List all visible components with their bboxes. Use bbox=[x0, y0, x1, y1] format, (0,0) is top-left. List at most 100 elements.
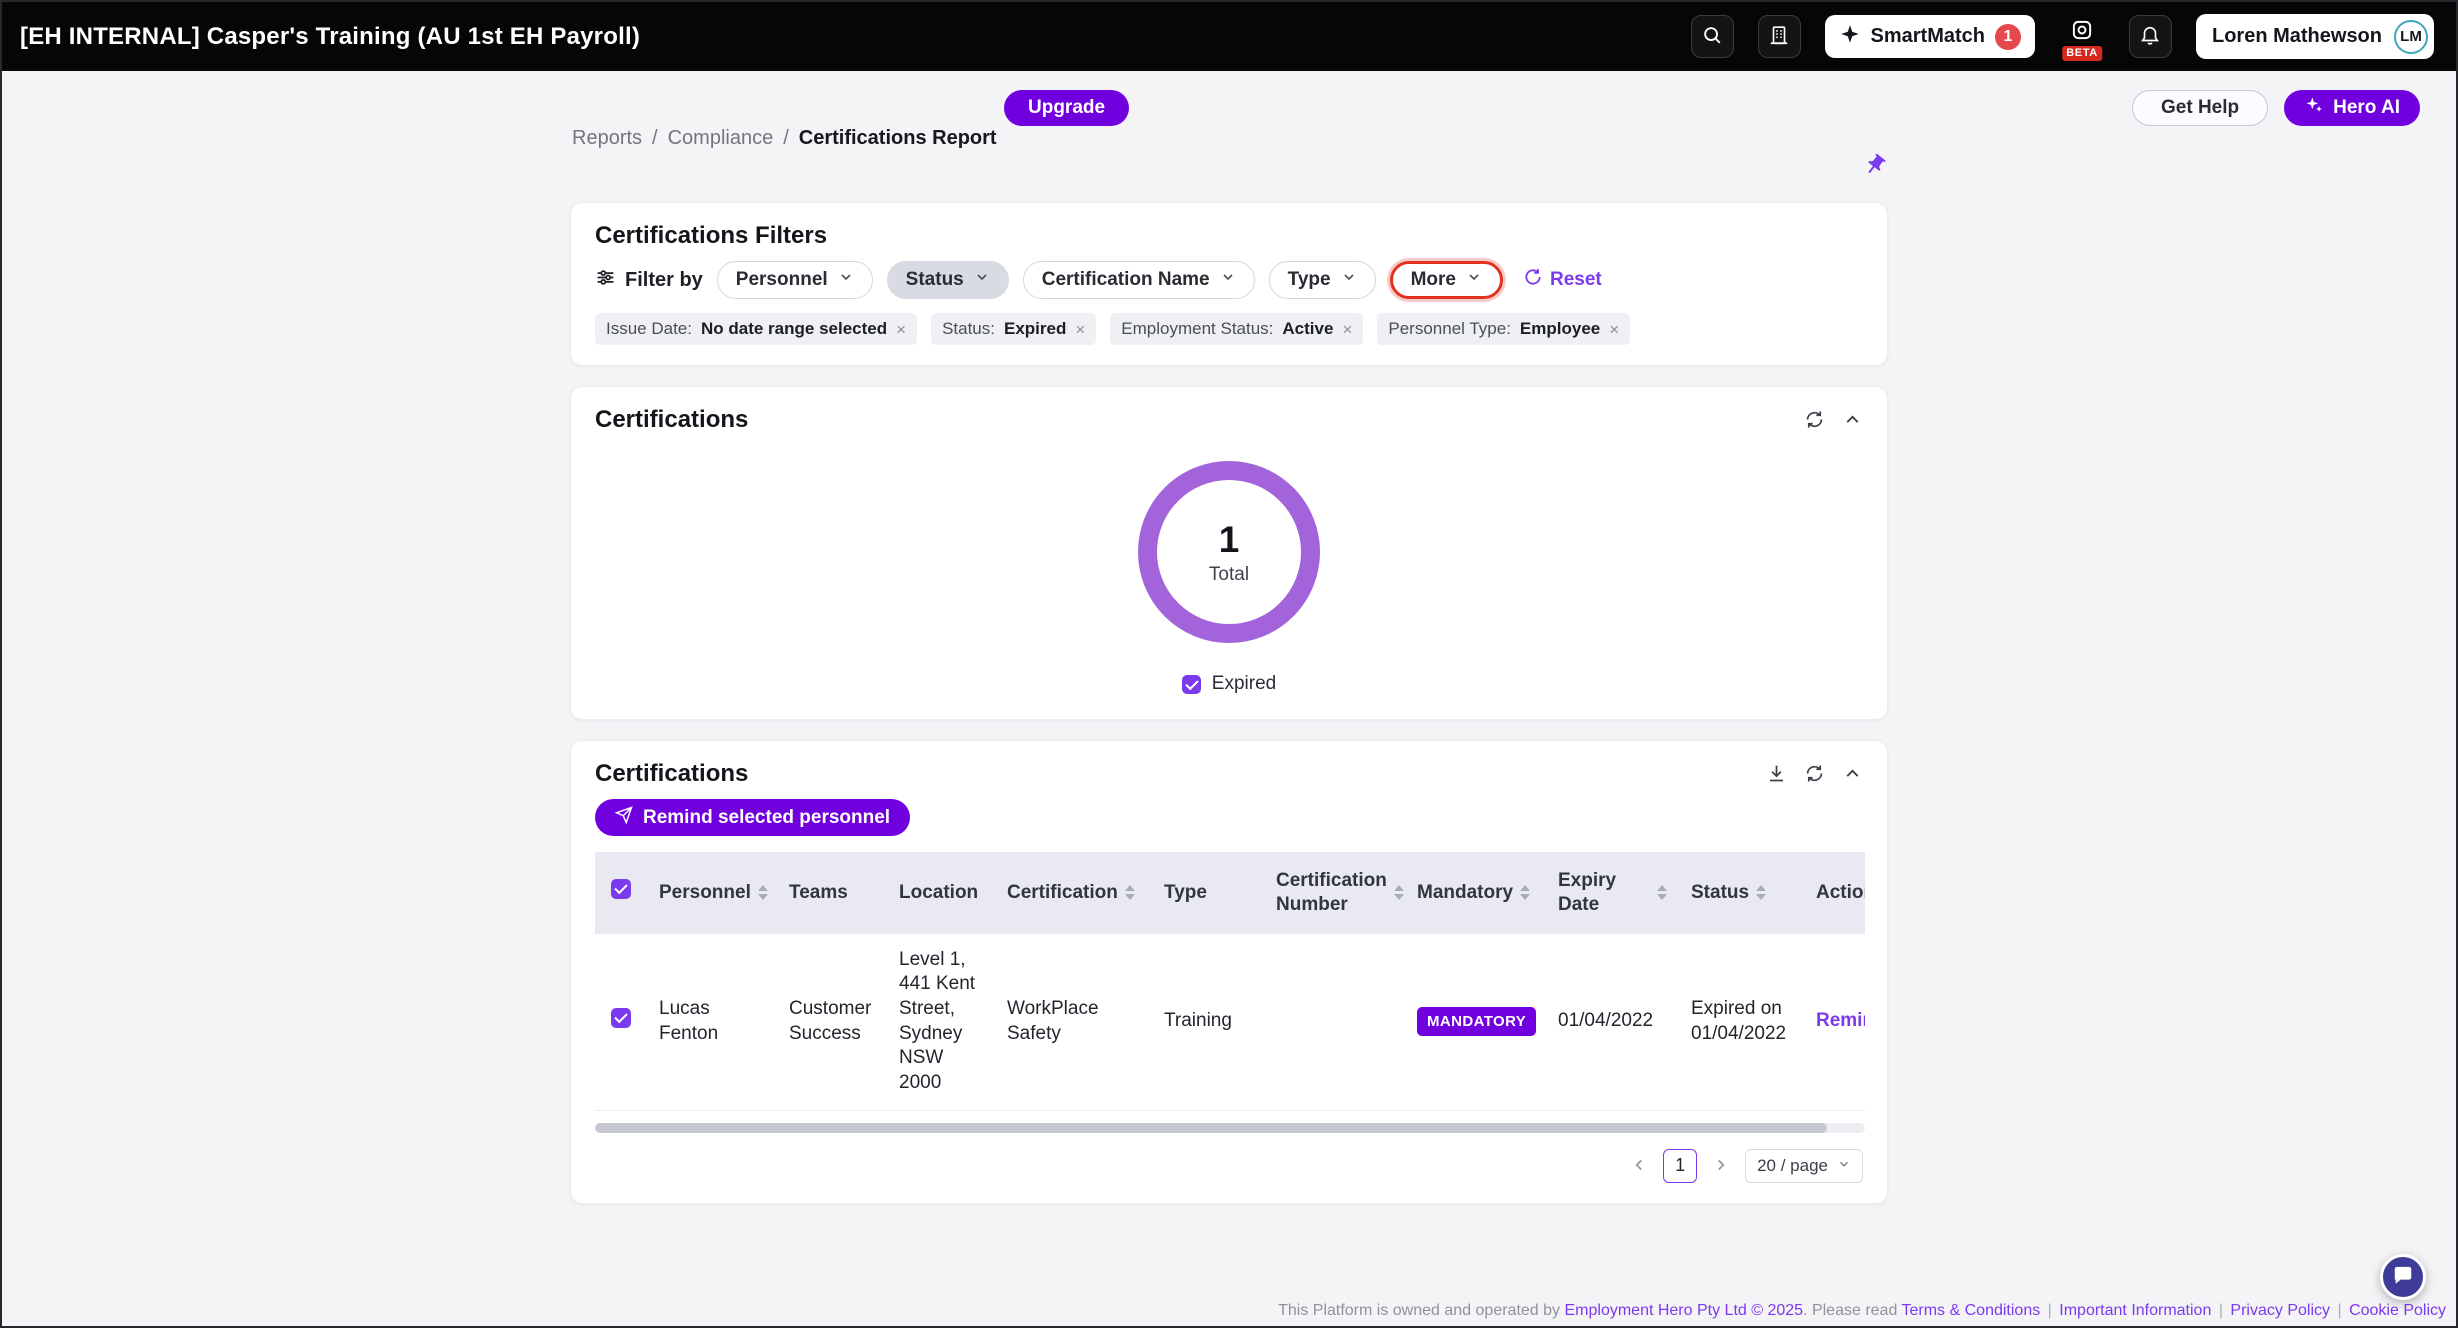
close-icon[interactable]: × bbox=[1609, 321, 1619, 338]
page-size-select[interactable]: 20 / page bbox=[1745, 1149, 1863, 1183]
sort-icon[interactable] bbox=[1125, 885, 1135, 900]
chat-icon bbox=[2392, 1265, 2414, 1290]
sort-icon[interactable] bbox=[1394, 885, 1404, 900]
chip-issue-date: Issue Date: No date range selected × bbox=[595, 313, 917, 345]
page-size-value: 20 / page bbox=[1757, 1156, 1828, 1176]
column-header-certification[interactable]: Certification bbox=[995, 852, 1152, 934]
close-icon[interactable]: × bbox=[1342, 321, 1352, 338]
smartmatch-icon bbox=[1839, 23, 1861, 51]
smartmatch-label: SmartMatch bbox=[1871, 25, 1985, 48]
refresh-button[interactable] bbox=[1803, 409, 1825, 431]
smartmatch-button[interactable]: SmartMatch 1 bbox=[1825, 15, 2035, 58]
footer-important-info-link[interactable]: Important Information bbox=[2059, 1302, 2211, 1319]
column-header-teams: Teams bbox=[777, 852, 887, 934]
footer-cookie-link[interactable]: Cookie Policy bbox=[2349, 1302, 2446, 1319]
collapse-button[interactable] bbox=[1841, 763, 1863, 785]
search-button[interactable] bbox=[1691, 15, 1734, 58]
smartmatch-badge: 1 bbox=[1995, 24, 2021, 50]
filter-personnel-button[interactable]: Personnel bbox=[717, 261, 873, 299]
chevron-up-icon bbox=[1842, 418, 1863, 433]
avatar: LM bbox=[2394, 20, 2428, 54]
filter-type-button[interactable]: Type bbox=[1269, 261, 1376, 299]
breadcrumb-compliance[interactable]: Compliance bbox=[668, 127, 774, 150]
footer-privacy-link[interactable]: Privacy Policy bbox=[2230, 1302, 2330, 1319]
close-icon[interactable]: × bbox=[896, 321, 906, 338]
chip-value: Employee bbox=[1520, 319, 1600, 339]
filter-certification-name-label: Certification Name bbox=[1042, 269, 1210, 291]
chevron-down-icon bbox=[1341, 269, 1357, 291]
sparkle-icon bbox=[2304, 95, 2324, 121]
filter-more-button[interactable]: More bbox=[1390, 261, 1503, 299]
scrollbar-thumb[interactable] bbox=[595, 1123, 1827, 1133]
chart-card-header: Certifications bbox=[595, 407, 1863, 433]
filter-personnel-label: Personnel bbox=[736, 269, 828, 291]
chip-value: No date range selected bbox=[701, 319, 887, 339]
remind-row-link[interactable]: Remind bbox=[1816, 1010, 1865, 1031]
refresh-button[interactable] bbox=[1803, 763, 1825, 785]
breadcrumb-reports[interactable]: Reports bbox=[572, 127, 642, 150]
pagination: 1 20 / page bbox=[595, 1149, 1863, 1183]
column-header-personnel[interactable]: Personnel bbox=[647, 852, 777, 934]
footer-terms-link[interactable]: Terms & Conditions bbox=[1902, 1302, 2041, 1319]
column-header-expiry-date[interactable]: Expiry Date bbox=[1546, 852, 1679, 934]
collapse-button[interactable] bbox=[1841, 409, 1863, 431]
cell-teams: Customer Success bbox=[777, 934, 887, 1111]
donut-total-label: Total bbox=[1209, 564, 1249, 586]
company-switcher-button[interactable] bbox=[1758, 15, 1801, 58]
remind-selected-personnel-button[interactable]: Remind selected personnel bbox=[595, 799, 910, 836]
horizontal-scrollbar[interactable] bbox=[595, 1123, 1865, 1133]
row-checkbox[interactable] bbox=[611, 1008, 631, 1028]
chart-card-title: Certifications bbox=[595, 407, 748, 433]
reset-filters-button[interactable]: Reset bbox=[1523, 267, 1602, 293]
pin-report-button[interactable] bbox=[1862, 153, 1888, 179]
column-label: Certification bbox=[1007, 881, 1118, 905]
breadcrumb-separator: / bbox=[783, 127, 789, 150]
topbar: [EH INTERNAL] Casper's Training (AU 1st … bbox=[2, 2, 2456, 71]
column-header-actions: Actions bbox=[1804, 852, 1865, 934]
filter-certification-name-button[interactable]: Certification Name bbox=[1023, 261, 1255, 299]
hero-ai-button[interactable]: Hero AI bbox=[2284, 90, 2420, 126]
column-label: Expiry Date bbox=[1558, 869, 1650, 917]
user-menu-button[interactable]: Loren Mathewson LM bbox=[2196, 14, 2434, 59]
chip-status: Status: Expired × bbox=[931, 313, 1096, 345]
refresh-icon bbox=[1804, 772, 1825, 787]
cell-certification: WorkPlace Safety bbox=[995, 934, 1152, 1111]
chip-label: Issue Date: bbox=[606, 319, 692, 339]
get-help-button[interactable]: Get Help bbox=[2132, 90, 2268, 126]
breadcrumb-current: Certifications Report bbox=[799, 127, 997, 150]
chevron-down-icon bbox=[1466, 269, 1482, 291]
cell-location: Level 1, 441 Kent Street, Sydney NSW 200… bbox=[887, 934, 995, 1111]
sort-icon[interactable] bbox=[1756, 885, 1766, 900]
notifications-button[interactable] bbox=[2129, 15, 2172, 58]
next-page-button[interactable] bbox=[1711, 1156, 1731, 1176]
footer-text: . Please read bbox=[1803, 1302, 1897, 1319]
column-header-status[interactable]: Status bbox=[1679, 852, 1804, 934]
legend-checkbox-expired[interactable] bbox=[1182, 675, 1201, 694]
certifications-table: Personnel Teams Location Certification T… bbox=[595, 852, 1865, 1111]
mandatory-badge: MANDATORY bbox=[1417, 1007, 1536, 1037]
previous-page-button[interactable] bbox=[1629, 1156, 1649, 1176]
select-all-checkbox[interactable] bbox=[611, 879, 631, 899]
column-label: Certification Number bbox=[1276, 869, 1387, 917]
beta-feature-button[interactable]: BETA bbox=[2059, 12, 2105, 62]
bell-icon bbox=[2139, 24, 2161, 49]
certifications-filters-card: Certifications Filters Filter by Personn… bbox=[570, 202, 1888, 366]
close-icon[interactable]: × bbox=[1075, 321, 1085, 338]
sort-icon[interactable] bbox=[758, 885, 768, 900]
column-header-mandatory[interactable]: Mandatory bbox=[1405, 852, 1546, 934]
sort-icon[interactable] bbox=[1520, 885, 1530, 900]
filter-status-button[interactable]: Status bbox=[887, 261, 1009, 299]
column-label: Mandatory bbox=[1417, 881, 1513, 905]
page-number-button[interactable]: 1 bbox=[1663, 1149, 1697, 1183]
table-row: Lucas Fenton Customer Success Level 1, 4… bbox=[595, 934, 1865, 1111]
download-button[interactable] bbox=[1765, 763, 1787, 785]
donut-ring: 1 Total bbox=[1138, 461, 1320, 643]
upgrade-button[interactable]: Upgrade bbox=[1004, 90, 1129, 126]
chat-launcher-button[interactable] bbox=[2380, 1254, 2426, 1300]
chip-employment-status: Employment Status: Active × bbox=[1110, 313, 1363, 345]
footer-company-link[interactable]: Employment Hero Pty Ltd © 2025 bbox=[1564, 1302, 1803, 1319]
filters-row: Filter by Personnel Status Certification… bbox=[595, 261, 1863, 299]
page-header: Reports / Compliance / Certifications Re… bbox=[2, 71, 2456, 202]
column-header-certification-number[interactable]: Certification Number bbox=[1264, 852, 1405, 934]
sort-icon[interactable] bbox=[1657, 885, 1667, 900]
